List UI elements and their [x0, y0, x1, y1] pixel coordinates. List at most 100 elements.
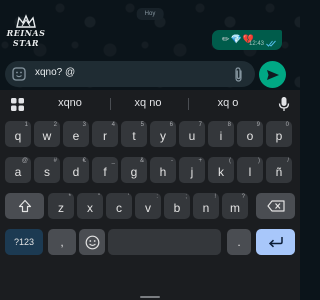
key-y[interactable]: 6y	[150, 121, 176, 147]
key-v[interactable]: :v	[135, 193, 161, 219]
key-p[interactable]: 0p	[266, 121, 292, 147]
key-hint: )	[258, 158, 260, 164]
symbols-key[interactable]: ?123	[5, 229, 43, 255]
key-w[interactable]: 2w	[34, 121, 60, 147]
key-n[interactable]: ! n	[193, 193, 219, 219]
suggestion-divider	[188, 98, 189, 110]
key-r[interactable]: 4r	[92, 121, 118, 147]
key-label: g	[130, 164, 138, 179]
key-label: a	[14, 164, 22, 179]
key-d[interactable]: € d	[63, 157, 89, 183]
period-key[interactable]: .	[227, 229, 251, 255]
key-l[interactable]: ) l	[237, 157, 263, 183]
key-m[interactable]: ? m	[222, 193, 248, 219]
key-label: z	[58, 200, 64, 215]
key-hint: +	[198, 158, 202, 164]
attach-icon[interactable]	[231, 66, 245, 82]
logo-text: REINAS STAR	[6, 28, 46, 48]
chat-area[interactable]: Hoy REINAS STAR ✏💎💔 12:43 xqno? @	[0, 0, 300, 90]
key-e[interactable]: 3e	[63, 121, 89, 147]
key-hint: "	[97, 194, 100, 200]
key-j[interactable]: + j	[179, 157, 205, 183]
suggestion-2[interactable]: xq no	[118, 97, 178, 109]
key-hint: 7	[198, 122, 202, 128]
key-u[interactable]: 7u	[179, 121, 205, 147]
key-hint: 2	[53, 122, 57, 128]
keyboard-apps-icon[interactable]	[10, 97, 25, 112]
key-label: i	[219, 128, 223, 143]
message-composer[interactable]: xqno? @	[5, 61, 255, 87]
key-label: e	[72, 128, 80, 143]
key-a[interactable]: @ a	[5, 157, 31, 183]
key-b[interactable]: ; b	[164, 193, 190, 219]
key-hint: -	[171, 158, 173, 164]
key-o[interactable]: 9o	[237, 121, 263, 147]
key-hint: (	[229, 158, 231, 164]
key-k[interactable]: (k	[208, 157, 234, 183]
key-hint: 8	[227, 122, 231, 128]
key-z[interactable]: * z	[48, 193, 74, 219]
sticker-emoji-icon[interactable]	[11, 66, 27, 82]
key-hint: @	[21, 158, 28, 164]
key-label: n	[202, 200, 210, 215]
key-x[interactable]: " x	[77, 193, 103, 219]
key-hint: #	[53, 158, 57, 164]
key-label: ñ	[275, 164, 283, 179]
message-input[interactable]: xqno? @	[35, 67, 75, 78]
key-label: o	[246, 128, 254, 143]
key-f[interactable]: _ f	[92, 157, 118, 183]
send-button[interactable]	[259, 61, 286, 88]
key-hint: !	[214, 194, 216, 200]
key-label: r	[103, 128, 107, 143]
message-time: 12:43	[248, 40, 264, 47]
shift-key[interactable]	[5, 193, 44, 219]
comma-key[interactable]: ,	[48, 229, 76, 255]
key-c[interactable]: ' c	[106, 193, 132, 219]
key-label: w	[42, 128, 52, 143]
key-hint: _	[111, 158, 115, 164]
key-label: c	[116, 200, 122, 215]
key-label: j	[190, 164, 194, 179]
key-hint: 3	[82, 122, 86, 128]
key-label: h	[159, 164, 167, 179]
key-hint: ;	[185, 194, 187, 200]
key-hint: 6	[169, 122, 173, 128]
key-t[interactable]: 5t	[121, 121, 147, 147]
backspace-key[interactable]	[256, 193, 295, 219]
key-hint: &	[139, 158, 144, 164]
key-label: s	[44, 164, 50, 179]
enter-icon	[268, 237, 283, 248]
enter-key[interactable]	[256, 229, 295, 255]
key-hint: :	[156, 194, 158, 200]
key-g[interactable]: & g	[121, 157, 147, 183]
gem-emoji: 💎	[230, 34, 243, 44]
key-ñ[interactable]: / ñ	[266, 157, 292, 183]
key-label: v	[145, 200, 151, 215]
key-h[interactable]: -h	[150, 157, 176, 183]
key-i[interactable]: 8i	[208, 121, 234, 147]
key-label: x	[87, 200, 93, 215]
suggestion-1[interactable]: xqno	[40, 97, 100, 109]
key-label: q	[14, 128, 22, 143]
key-label: k	[218, 164, 224, 179]
key-label: t	[132, 128, 136, 143]
emoji-key[interactable]	[79, 229, 105, 255]
key-s[interactable]: # s	[34, 157, 60, 183]
double-check-icon	[266, 40, 276, 47]
key-hint: €	[82, 158, 86, 164]
key-q[interactable]: 1q	[5, 121, 31, 147]
shift-icon	[18, 199, 31, 213]
outgoing-message[interactable]: ✏💎💔 12:43	[212, 30, 282, 50]
key-hint: *	[68, 194, 71, 200]
key-hint: ?	[241, 194, 245, 200]
send-icon	[266, 69, 279, 80]
key-label: f	[103, 164, 107, 179]
date-chip: Hoy	[136, 8, 164, 20]
key-label: d	[72, 164, 80, 179]
key-hint: 0	[285, 122, 289, 128]
suggestion-3[interactable]: xq o	[198, 97, 258, 109]
space-key[interactable]	[108, 229, 221, 255]
mic-icon[interactable]	[278, 96, 290, 112]
message-meta: 12:43	[249, 40, 277, 47]
suggestion-divider	[110, 98, 111, 110]
